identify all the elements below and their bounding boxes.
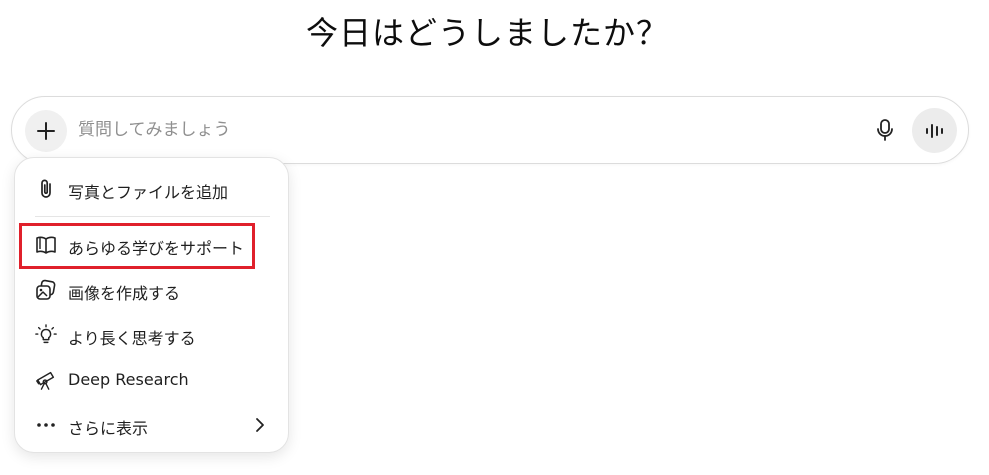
menu-item-think-longer[interactable]: より長く思考する [15, 316, 288, 354]
menu-item-add-photos-files[interactable]: 写真とファイルを追加 [15, 170, 288, 208]
microphone-icon [877, 119, 893, 141]
highlight-annotation [19, 223, 255, 269]
chevron-right-icon [256, 418, 264, 432]
telescope-icon [35, 369, 57, 391]
more-dots-icon [35, 414, 57, 436]
menu-item-label: 写真とファイルを追加 [68, 183, 229, 202]
lightbulb-icon [35, 324, 57, 346]
menu-item-show-more[interactable]: さらに表示 [15, 406, 288, 444]
menu-item-deep-research[interactable]: Deep Research [15, 361, 288, 399]
waveform-icon [925, 123, 943, 138]
tools-menu: 写真とファイルを追加 あらゆる学びをサポート 画像を作成する より長く思考する … [14, 157, 289, 453]
menu-item-label: Deep Research [68, 370, 189, 389]
page-title: 今日はどうしましたか？ [305, 14, 669, 52]
image-create-icon [35, 279, 57, 301]
menu-item-create-image[interactable]: 画像を作成する [15, 271, 288, 309]
prompt-input[interactable] [78, 115, 838, 145]
voice-mode-button[interactable] [912, 108, 957, 153]
composer-bar [11, 96, 969, 164]
menu-item-label: さらに表示 [68, 419, 149, 438]
dictation-button[interactable] [870, 115, 900, 145]
menu-item-label: 画像を作成する [68, 284, 181, 303]
page: 今日はどうしましたか？ 質問してみましょう 写真とファイルを追加 あらゆる学びを… [0, 0, 989, 475]
add-attachment-button[interactable] [25, 110, 67, 152]
menu-divider [35, 216, 270, 217]
plus-icon [37, 122, 55, 140]
paperclip-icon [35, 178, 57, 200]
menu-item-label: より長く思考する [68, 329, 196, 348]
